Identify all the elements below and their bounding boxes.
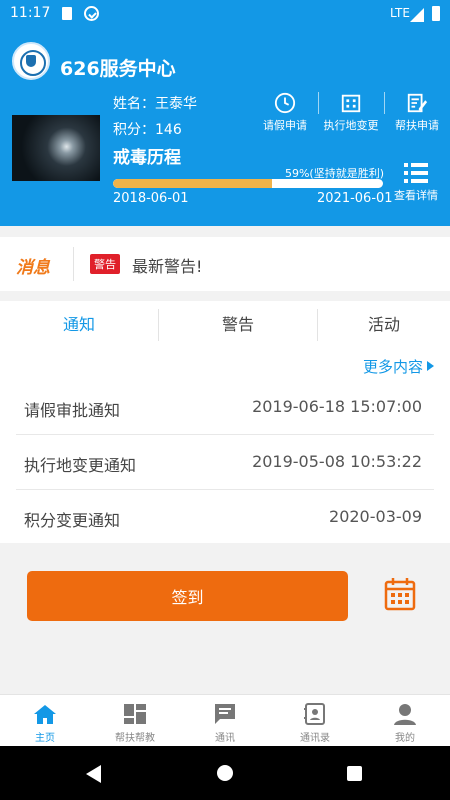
- recent-apps-icon[interactable]: [347, 766, 362, 781]
- assistance-request-label: 帮扶申请: [395, 119, 439, 132]
- nav-home[interactable]: 主页: [0, 703, 90, 744]
- bottom-navigation: 主页 帮扶帮教 通讯 通讯录 我的: [0, 694, 450, 746]
- clock-time: 11:17: [10, 5, 51, 21]
- tab-divider: [158, 309, 159, 341]
- message-divider: [73, 247, 74, 281]
- action-divider: [384, 92, 385, 114]
- chat-icon: [215, 704, 235, 724]
- signal-icon: [410, 8, 424, 22]
- battery-icon: [432, 6, 440, 21]
- clock-icon: [274, 92, 296, 114]
- start-date: 2018-06-01: [113, 191, 189, 206]
- home-icon: [34, 705, 56, 724]
- nav-assistance[interactable]: 帮扶帮教: [90, 703, 180, 744]
- profile-header: 626服务中心 姓名：王泰华 积分：146 请假申请 执行地变更 帮扶申请 戒毒…: [0, 28, 450, 226]
- user-points: 积分：146: [113, 122, 182, 138]
- back-icon[interactable]: [86, 765, 101, 783]
- notice-date: 2019-05-08 10:53:22: [252, 452, 422, 471]
- contacts-icon: [304, 703, 325, 725]
- message-logo: 消息: [16, 258, 50, 278]
- leave-request-button[interactable]: 请假申请: [258, 92, 312, 133]
- nav-me-label: 我的: [395, 733, 415, 744]
- more-content-label: 更多内容: [362, 358, 423, 376]
- notice-date: 2019-06-18 15:07:00: [252, 397, 422, 416]
- notice-card: 通知 警告 活动 更多内容 请假审批通知 2019-06-18 15:07:00…: [0, 301, 450, 543]
- notice-title: 请假审批通知: [24, 401, 121, 420]
- end-date: 2021-06-01: [317, 191, 393, 206]
- list-item[interactable]: 请假审批通知 2019-06-18 15:07:00: [16, 380, 434, 435]
- journey-title: 戒毒历程: [113, 148, 181, 168]
- status-bar: 11:17 LTE: [0, 0, 450, 28]
- view-details-button[interactable]: 查看详情: [394, 162, 438, 203]
- notice-title: 执行地变更通知: [24, 456, 137, 475]
- progress-bar: [113, 179, 383, 188]
- location-change-button[interactable]: 执行地变更: [320, 92, 382, 133]
- nav-assistance-label: 帮扶帮教: [115, 733, 155, 744]
- system-navigation-bar: [0, 746, 450, 800]
- tab-notices[interactable]: 通知: [4, 301, 154, 349]
- warning-badge: 警告: [90, 254, 120, 274]
- calendar-icon[interactable]: [384, 577, 416, 611]
- edit-document-icon: [407, 93, 428, 113]
- checkin-area: 签到: [0, 543, 450, 643]
- notice-date: 2020-03-09: [329, 507, 422, 526]
- building-icon: [341, 94, 361, 113]
- list-item[interactable]: 积分变更通知 2020-03-09: [16, 490, 434, 545]
- assistance-request-button[interactable]: 帮扶申请: [392, 92, 442, 133]
- more-content-link[interactable]: 更多内容: [363, 356, 434, 377]
- tab-warnings[interactable]: 警告: [163, 301, 313, 349]
- location-change-label: 执行地变更: [323, 119, 379, 132]
- profile-photo[interactable]: [12, 115, 100, 181]
- nav-home-label: 主页: [35, 733, 55, 744]
- nav-messages-label: 通讯: [215, 733, 235, 744]
- nav-messages[interactable]: 通讯: [180, 703, 270, 744]
- leave-request-label: 请假申请: [263, 119, 307, 132]
- progress-bar-fill: [113, 179, 273, 188]
- action-divider: [318, 92, 319, 114]
- checkin-button[interactable]: 签到: [27, 571, 348, 621]
- message-bar[interactable]: 消息 警告 最新警告!: [0, 237, 450, 291]
- list-icon: [404, 163, 428, 183]
- app-logo: [12, 42, 50, 80]
- list-item[interactable]: 执行地变更通知 2019-05-08 10:53:22: [16, 435, 434, 490]
- dashboard-icon: [124, 704, 146, 724]
- sd-card-icon: [62, 7, 72, 20]
- nav-contacts[interactable]: 通讯录: [270, 703, 360, 744]
- nav-contacts-label: 通讯录: [300, 733, 330, 744]
- view-details-label: 查看详情: [394, 189, 438, 202]
- network-type: LTE: [390, 6, 410, 20]
- notice-title: 积分变更通知: [24, 511, 121, 530]
- sync-icon: [84, 6, 99, 21]
- triangle-right-icon: [427, 361, 434, 371]
- tab-activities[interactable]: 活动: [309, 301, 450, 349]
- latest-warning-text: 最新警告!: [132, 257, 203, 276]
- person-icon: [394, 704, 416, 725]
- nav-me[interactable]: 我的: [360, 703, 450, 744]
- app-title: 626服务中心: [60, 58, 176, 80]
- home-circle-icon[interactable]: [217, 765, 233, 781]
- user-name: 姓名：王泰华: [113, 96, 197, 112]
